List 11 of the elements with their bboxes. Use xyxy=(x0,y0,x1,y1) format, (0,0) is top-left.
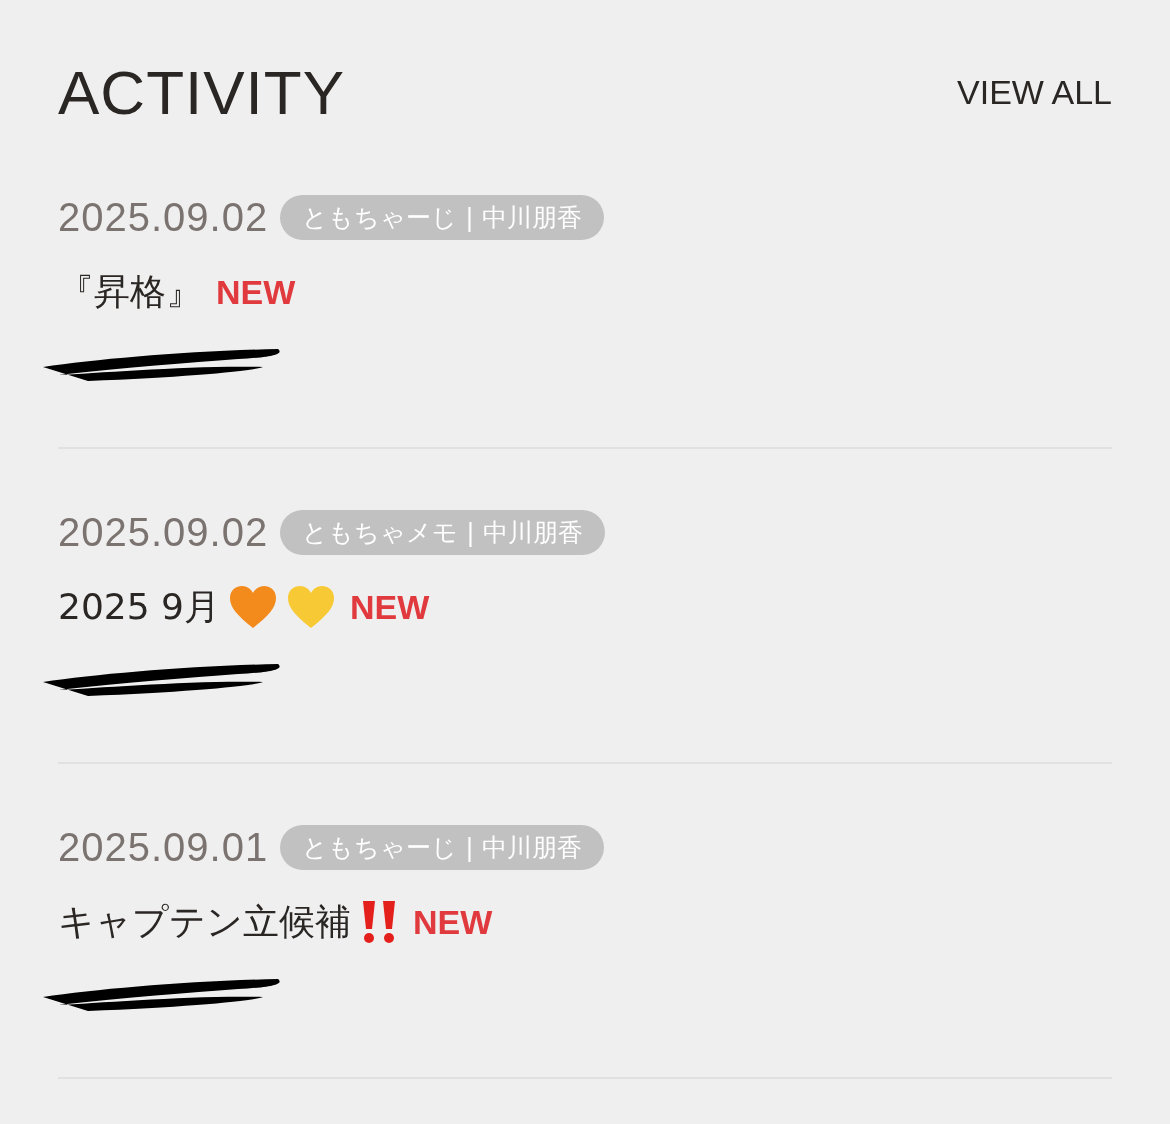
post-date: 2025.09.01 xyxy=(58,824,269,870)
new-label: NEW xyxy=(349,587,430,627)
section-title: ACTIVITY xyxy=(58,56,346,128)
new-label: NEW xyxy=(216,272,296,312)
post-title[interactable]: 『昇格』 xyxy=(58,267,202,317)
post-title[interactable]: キャプテン立候補 xyxy=(58,897,351,947)
post-title[interactable]: 2025 9月 xyxy=(58,582,220,632)
new-label: NEW xyxy=(413,902,493,942)
post-date: 2025.09.02 xyxy=(58,194,269,240)
view-all-link[interactable]: VIEW ALL xyxy=(957,72,1112,112)
post-date: 2025.09.02 xyxy=(58,509,269,555)
